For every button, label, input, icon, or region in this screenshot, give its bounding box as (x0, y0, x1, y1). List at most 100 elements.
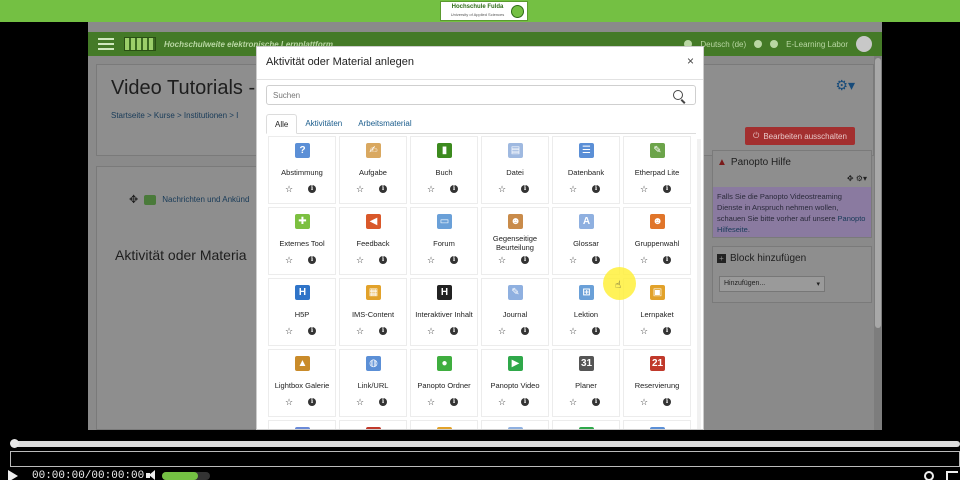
star-icon[interactable]: ☆ (498, 185, 506, 194)
star-icon[interactable]: ☆ (356, 327, 364, 336)
info-icon[interactable]: i (308, 398, 316, 406)
module-tile[interactable]: ☻ Gegenseitige Beurteilung ☆ i (482, 208, 548, 274)
volume-icon[interactable] (146, 470, 156, 480)
info-icon[interactable]: i (379, 185, 387, 193)
star-icon[interactable]: ☆ (498, 398, 506, 407)
star-icon[interactable]: ☆ (285, 185, 293, 194)
module-tile[interactable]: H H5P ☆ i (269, 279, 335, 345)
news-forum-row[interactable]: ✥ Nachrichten und Ankünd (129, 193, 249, 206)
move-icon[interactable]: ✥ (129, 193, 138, 206)
module-tile[interactable]: ▤ Datei ☆ i (482, 137, 548, 203)
star-icon[interactable]: ☆ (356, 398, 364, 407)
tab-aktivitaeten[interactable]: Aktivitäten (297, 114, 350, 134)
gear-icon[interactable]: ⚙▾ (835, 77, 855, 94)
info-icon[interactable]: i (663, 398, 671, 406)
info-icon[interactable]: i (308, 185, 316, 193)
add-block-select[interactable]: Hinzufügen... ▾ (719, 276, 825, 292)
star-icon[interactable]: ☆ (569, 256, 577, 265)
tab-alle[interactable]: Alle (266, 114, 298, 134)
close-icon[interactable]: × (687, 54, 694, 68)
site-logo[interactable] (124, 37, 156, 51)
bell-icon[interactable] (754, 40, 763, 48)
module-tile[interactable]: ☰ Datenbank ☆ i (553, 137, 619, 203)
user-name[interactable]: E-Learning Labor (786, 40, 848, 49)
info-icon[interactable]: i (521, 327, 529, 335)
module-tile[interactable]: H Interaktiver Inhalt ☆ i (411, 279, 477, 345)
info-icon[interactable]: i (379, 327, 387, 335)
info-icon[interactable]: i (379, 398, 387, 406)
block-actions[interactable]: ✥ ⚙▾ (713, 174, 871, 183)
module-tile[interactable]: ◀ Feedback ☆ i (340, 208, 406, 274)
info-icon[interactable]: i (663, 185, 671, 193)
module-tile[interactable]: ✔☆i (340, 421, 406, 429)
star-icon[interactable]: ☆ (356, 256, 364, 265)
star-icon[interactable]: ☆ (498, 256, 506, 265)
info-icon[interactable]: i (592, 185, 600, 193)
info-icon[interactable]: i (592, 327, 600, 335)
module-tile[interactable]: ▲ Lightbox Galerie ☆ i (269, 350, 335, 416)
module-tile[interactable]: 21 Reservierung ☆ i (624, 350, 690, 416)
module-tile[interactable]: 31 Planer ☆ i (553, 350, 619, 416)
info-icon[interactable]: i (521, 256, 529, 264)
zoom-icon[interactable] (924, 471, 934, 480)
module-tile[interactable]: ✎ Etherpad Lite ☆ i (624, 137, 690, 203)
star-icon[interactable]: ☆ (427, 185, 435, 194)
module-tile[interactable]: ☻ Gruppenwahl ☆ i (624, 208, 690, 274)
info-icon[interactable]: i (521, 398, 529, 406)
tab-arbeitsmaterial[interactable]: Arbeitsmaterial (350, 114, 419, 134)
module-tile[interactable]: ✎☆i (411, 421, 477, 429)
info-icon[interactable]: i (521, 185, 529, 193)
star-icon[interactable]: ☆ (285, 398, 293, 407)
seek-bar[interactable] (14, 441, 960, 447)
star-icon[interactable]: ☆ (427, 327, 435, 336)
avatar[interactable] (856, 36, 872, 52)
play-icon[interactable] (8, 470, 18, 480)
news-link[interactable]: Nachrichten und Ankünd (162, 195, 249, 204)
star-icon[interactable]: ☆ (427, 256, 435, 265)
module-tile[interactable]: ▦ IMS-Content ☆ i (340, 279, 406, 345)
module-tile[interactable]: ● Panopto Ordner ☆ i (411, 350, 477, 416)
info-icon[interactable]: i (450, 398, 458, 406)
page-scrollbar[interactable] (874, 56, 882, 430)
module-tile[interactable]: ✎ Journal ☆ i (482, 279, 548, 345)
module-tile[interactable]: ▰Studierendenord☆i (269, 421, 335, 429)
module-tile[interactable]: ✍ Aufgabe ☆ i (340, 137, 406, 203)
info-icon[interactable]: i (663, 327, 671, 335)
page-scrollbar-thumb[interactable] (875, 58, 881, 328)
module-tile[interactable]: ▤☆i (482, 421, 548, 429)
fullscreen-icon[interactable] (946, 471, 958, 480)
star-icon[interactable]: ☆ (569, 185, 577, 194)
info-icon[interactable]: i (663, 256, 671, 264)
info-icon[interactable]: i (450, 256, 458, 264)
module-tile[interactable]: ? Abstimmung ☆ i (269, 137, 335, 203)
module-tile[interactable]: A Glossar ☆ i (553, 208, 619, 274)
language-selector[interactable]: Deutsch (de) (700, 40, 746, 49)
star-icon[interactable]: ☆ (285, 327, 293, 336)
info-icon[interactable]: i (308, 327, 316, 335)
module-tile[interactable]: ▬☆i (624, 421, 690, 429)
star-icon[interactable]: ☆ (285, 256, 293, 265)
star-icon[interactable]: ☆ (356, 185, 364, 194)
info-icon[interactable]: i (450, 185, 458, 193)
star-icon[interactable]: ☆ (640, 256, 648, 265)
star-icon[interactable]: ☆ (640, 185, 648, 194)
module-tile[interactable]: ✚ Externes Tool ☆ i (269, 208, 335, 274)
module-tile[interactable]: ▶ Panopto Video ☆ i (482, 350, 548, 416)
star-icon[interactable]: ☆ (640, 398, 648, 407)
modal-scrollbar[interactable] (697, 139, 701, 429)
star-icon[interactable]: ☆ (569, 398, 577, 407)
hamburger-menu-icon[interactable] (98, 38, 114, 50)
module-tile[interactable]: ▭ Forum ☆ i (411, 208, 477, 274)
info-icon[interactable]: i (592, 256, 600, 264)
info-icon[interactable]: i (450, 327, 458, 335)
search-input[interactable] (266, 85, 696, 105)
chat-icon[interactable] (770, 40, 779, 48)
module-tile[interactable]: ▮ Buch ☆ i (411, 137, 477, 203)
seek-handle[interactable] (10, 439, 19, 448)
search-icon[interactable] (673, 90, 683, 100)
star-icon[interactable]: ☆ (498, 327, 506, 336)
edit-mode-off-button[interactable]: ⏻ Bearbeiten ausschalten (745, 127, 855, 145)
star-icon[interactable]: ☆ (569, 327, 577, 336)
module-tile[interactable]: ▮☆i (553, 421, 619, 429)
info-icon[interactable]: i (379, 256, 387, 264)
